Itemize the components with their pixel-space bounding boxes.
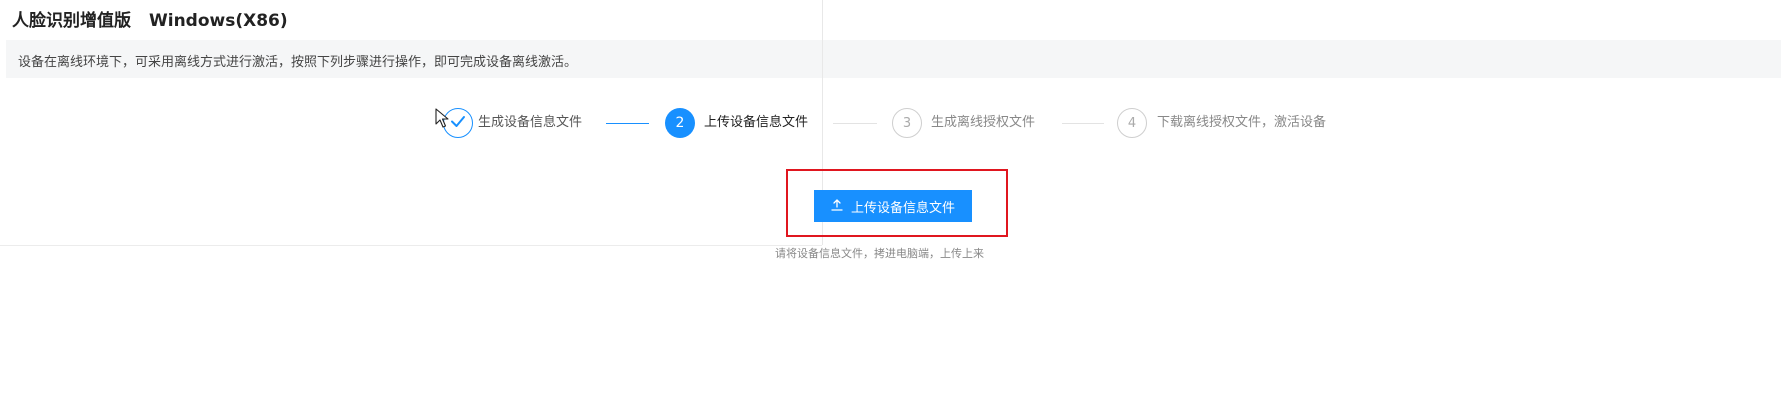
mouse-cursor-icon <box>435 108 449 132</box>
upload-button-label: 上传设备信息文件 <box>850 199 955 215</box>
step-3-number: 3 <box>902 115 912 131</box>
step-4-circle: 4 <box>1117 108 1147 138</box>
step-2-circle: 2 <box>665 108 695 138</box>
step-4-number: 4 <box>1127 115 1137 131</box>
step-connector-3 <box>1062 123 1104 124</box>
check-icon <box>450 113 466 133</box>
step-3-label: 生成离线授权文件 <box>931 115 1036 130</box>
offline-activation-page: 人脸识别增值版 Windows(X86) 设备在离线环境下，可采用离线方式进行激活… <box>0 0 1791 409</box>
step-connector-2 <box>833 123 877 124</box>
step-1-label: 生成设备信息文件 <box>478 115 583 130</box>
upload-device-info-button[interactable]: 上传设备信息文件 <box>814 190 972 222</box>
step-2-label: 上传设备信息文件 <box>704 115 809 130</box>
step-2-number: 2 <box>675 115 685 131</box>
upload-icon <box>831 198 843 214</box>
upload-hint: 请将设备信息文件，拷进电脑端，上传上来 <box>775 247 984 260</box>
step-4-label: 下载离线授权文件，激活设备 <box>1157 115 1327 130</box>
steps-progress: 生成设备信息文件 2 上传设备信息文件 3 生成离线授权文件 4 下载离线授权文… <box>0 0 1791 150</box>
step-3-circle: 3 <box>892 108 922 138</box>
card-divider <box>0 245 822 246</box>
step-connector-1 <box>606 123 649 124</box>
